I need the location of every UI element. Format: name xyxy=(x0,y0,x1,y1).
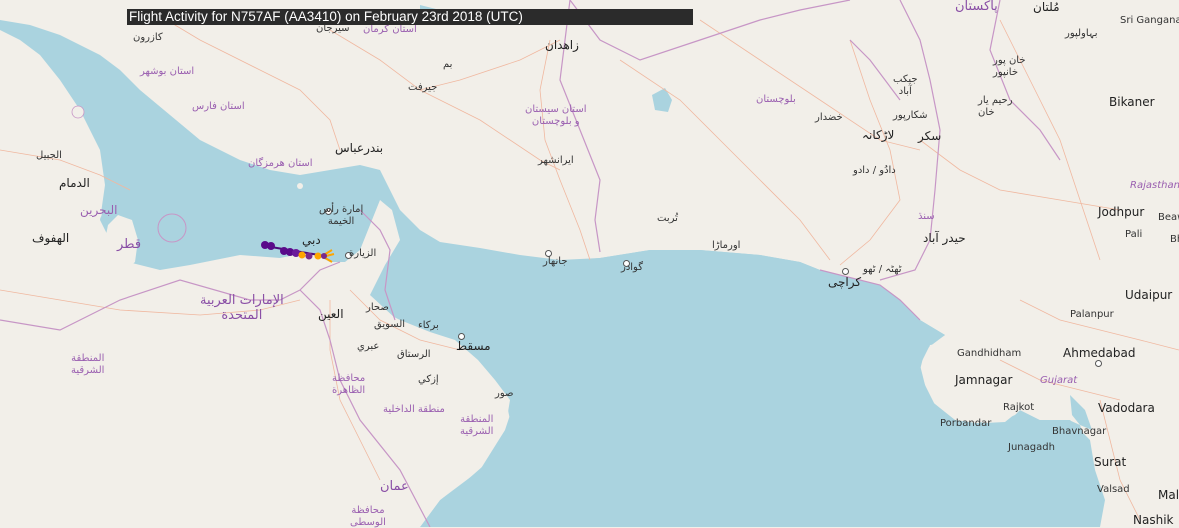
track-point[interactable] xyxy=(305,252,313,260)
map-view[interactable]: کازرون سیرجان استان کرمان زاهدان بم جیرف… xyxy=(0,0,1179,528)
flight-track-layer xyxy=(261,241,335,263)
map-title: Flight Activity for N757AF (AA3410) on F… xyxy=(127,9,693,25)
track-point[interactable] xyxy=(321,253,327,259)
track-point[interactable] xyxy=(267,242,275,250)
track-point[interactable] xyxy=(298,251,306,259)
track-point[interactable] xyxy=(314,252,322,260)
